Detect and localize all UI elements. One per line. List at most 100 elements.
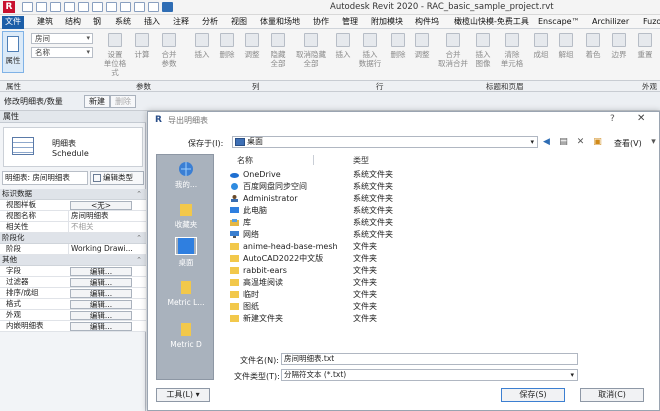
tab-fuzor[interactable]: Fuzo [640,16,660,29]
section-icon[interactable] [134,2,145,12]
tab-steel[interactable]: 钢 [90,16,104,29]
delete-icon[interactable]: ✕ [575,137,586,147]
save-in-combo[interactable]: 桌面 [232,136,538,148]
column-header-type[interactable]: 类型 [353,155,369,166]
list-item[interactable]: 此电脑 系统文件夹 [228,205,658,216]
view-name-field[interactable]: 房间明细表 [68,211,136,221]
help-icon[interactable]: ? [610,114,615,124]
list-item[interactable]: 网络 系统文件夹 [228,229,658,240]
tab-manage[interactable]: 管理 [339,16,361,29]
section-identity[interactable]: 标识数据 [0,189,146,200]
switch-windows-icon[interactable] [162,2,173,12]
3d-view-icon[interactable] [120,2,131,12]
open-icon[interactable] [22,2,33,12]
tab-structure[interactable]: 结构 [62,16,84,29]
group-button[interactable]: 成组 [529,31,553,77]
tab-file[interactable]: 文件 [2,16,24,29]
redo-icon[interactable] [64,2,75,12]
new-button[interactable]: 新建 [84,95,110,108]
place-desktop[interactable]: 桌面 [157,237,215,267]
phase-field[interactable]: Working Drawi... [68,244,136,254]
revit-logo-icon[interactable]: R [3,1,15,13]
list-item[interactable]: rabbit-ears 文件夹 [228,265,658,276]
place-my-documents[interactable]: 我的... [157,161,215,189]
tab-add-ins[interactable]: 附加模块 [368,16,406,29]
reset-button[interactable]: 重置 [633,31,657,77]
cancel-button[interactable]: 取消(C) [580,388,644,402]
resize-row-button[interactable]: 调整 [410,31,434,77]
column-header-name[interactable]: 名称 [237,155,253,166]
tab-enscape[interactable]: Enscape™ [535,16,583,29]
back-arrow-icon[interactable]: ◀ [541,137,552,147]
list-item[interactable]: 临时 文件夹 [228,289,658,300]
print-icon[interactable] [78,2,89,12]
chevron-down-icon[interactable]: ▾ [648,137,659,147]
insert-data-row-button[interactable]: 插入 数据行 [355,31,385,77]
calculate-button[interactable]: 计算 [130,31,154,77]
resize-column-button[interactable]: 调整 [240,31,264,77]
embedded-schedule-edit-button[interactable]: 编辑... [70,322,132,331]
appearance-edit-button[interactable]: 编辑... [70,311,132,320]
text-icon[interactable] [106,2,117,12]
list-item[interactable]: Administrator 系统文件夹 [228,193,658,204]
tab-massing-site[interactable]: 体量和场地 [257,16,303,29]
ungroup-button[interactable]: 解组 [554,31,578,77]
borders-button[interactable]: 边界 [607,31,631,77]
list-item[interactable]: 库系统文件夹 [228,217,658,228]
combine-params-button[interactable]: 合并 参数 [157,31,181,77]
instance-selector[interactable]: 明细表: 房间明细表 [2,171,88,185]
list-item[interactable]: OneDrive 系统文件夹 [228,169,658,180]
section-phasing[interactable]: 阶段化 [0,233,146,244]
save-icon[interactable] [36,2,47,12]
place-metric-detail[interactable]: Metric D [157,321,215,349]
tab-component-dock[interactable]: 构件坞 [412,16,442,29]
place-metric-library[interactable]: Metric L... [157,279,215,307]
tab-systems[interactable]: 系统 [112,16,134,29]
shading-button[interactable]: 着色 [581,31,605,77]
up-folder-icon[interactable]: ▤ [558,137,569,147]
ribbon-combo-room[interactable]: 房间 [31,33,93,44]
list-item[interactable]: AutoCAD2022中文版 文件夹 [228,253,658,264]
measure-icon[interactable] [92,2,103,12]
tab-collaborate[interactable]: 协作 [310,16,332,29]
type-selector[interactable]: 明细表 Schedule [3,127,143,167]
formatting-edit-button[interactable]: 编辑... [70,300,132,309]
close-hidden-icon[interactable] [148,2,159,12]
insert-image-button[interactable]: 插入 图像 [471,31,495,77]
view-template-button[interactable]: <无> [70,201,132,210]
tab-analyze[interactable]: 分析 [199,16,221,29]
save-button[interactable]: 保存(S) [501,388,565,402]
tab-olive-tools[interactable]: 橄榄山快模-免费工具 [451,16,532,29]
sorting-edit-button[interactable]: 编辑... [70,289,132,298]
list-item[interactable]: anime-head-base-mesh 文件夹 [228,241,658,252]
close-icon[interactable]: ✕ [637,113,645,124]
section-other[interactable]: 其他 [0,255,146,266]
tab-insert[interactable]: 插入 [141,16,163,29]
format-unit-button[interactable]: 设置 单位格式 [103,31,127,77]
tab-annotate[interactable]: 注释 [170,16,192,29]
insert-row-button[interactable]: 插入 [331,31,355,77]
undo-icon[interactable] [50,2,61,12]
edit-type-button[interactable]: 编辑类型 [90,171,144,185]
clear-cell-button[interactable]: 清除 单元格 [497,31,527,77]
filter-edit-button[interactable]: 编辑... [70,278,132,287]
new-folder-icon[interactable]: ▣ [592,137,603,147]
insert-column-button[interactable]: 插入 [190,31,214,77]
hide-all-button[interactable]: 隐藏 全部 [266,31,290,77]
filetype-select[interactable]: 分隔符文本 (*.txt) [281,369,578,381]
place-favorites[interactable]: 收藏夹 [157,201,215,229]
list-item[interactable]: 百度网盘同步空间 系统文件夹 [228,181,658,192]
tab-view[interactable]: 视图 [228,16,250,29]
ribbon-combo-name[interactable]: 名称 [31,47,93,58]
fields-edit-button[interactable]: 编辑... [70,267,132,276]
tab-architecture[interactable]: 建筑 [34,16,56,29]
filename-input[interactable]: 房间明细表.txt [281,353,578,365]
tab-archilizer[interactable]: Archilizer [589,16,632,29]
tools-button[interactable]: 工具(L) ▾ [156,388,210,402]
list-item[interactable]: 新建文件夹 文件夹 [228,313,658,324]
merge-unmerge-button[interactable]: 合并 取消合并 [436,31,470,77]
properties-button[interactable]: 属性 [2,31,24,73]
list-item[interactable]: 高温堆阅读 文件夹 [228,277,658,288]
view-menu[interactable]: 查看(V) [614,138,642,149]
delete-button[interactable]: 删除 [110,95,136,108]
